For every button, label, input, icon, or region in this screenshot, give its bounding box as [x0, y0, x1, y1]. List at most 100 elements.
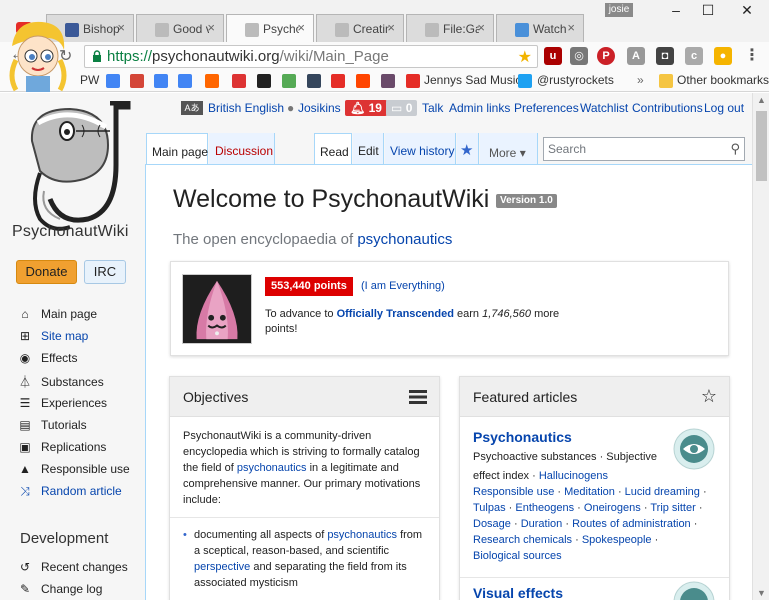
more-menu[interactable]: More ▾ — [480, 133, 538, 164]
tab-3-active[interactable]: Psychona × — [226, 14, 314, 42]
star-icon[interactable]: ☆ — [701, 386, 717, 407]
tab-5[interactable]: File:Galle × — [406, 14, 494, 42]
sidebar-item-recent-changes[interactable]: ↺ Recent changes — [18, 560, 128, 574]
search-icon[interactable]: ⚲ — [730, 141, 740, 157]
bookmark-star-icon[interactable]: ★ — [518, 47, 532, 67]
link-tulpas[interactable]: Tulpas — [473, 502, 506, 514]
sidebar-item-experiences[interactable]: ☰ Experiences — [18, 396, 107, 410]
link-duration[interactable]: Duration — [521, 518, 563, 530]
link-dosage[interactable]: Dosage — [473, 518, 511, 530]
bookmark-rustyrockets[interactable]: @rustyrockets — [537, 73, 614, 87]
next-level-link[interactable]: Officially Transcended — [337, 308, 454, 320]
rank-link[interactable]: (I am Everything) — [361, 280, 445, 292]
close-icon[interactable]: × — [567, 20, 575, 35]
link-meditation[interactable]: Meditation — [564, 486, 615, 498]
minimize-icon[interactable]: – — [660, 2, 692, 22]
sidebar-item-tutorials[interactable]: ▤ Tutorials — [18, 418, 86, 432]
sidebar-item-responsible-use[interactable]: ▲ Responsible use — [18, 462, 130, 476]
notifications-badge[interactable]: 🔔︎ 19 — [345, 100, 387, 116]
admin-links[interactable]: Admin links — [449, 101, 510, 115]
psychonautics-link[interactable]: psychonautics — [327, 529, 397, 541]
link-trip-sitter[interactable]: Trip sitter — [650, 502, 695, 514]
gmail-icon[interactable] — [130, 74, 144, 88]
link-hallucinogens[interactable]: Hallucinogens — [539, 470, 608, 482]
search-input[interactable]: Search ⚲ — [543, 137, 745, 161]
user-avatar[interactable] — [182, 274, 252, 344]
bookmarks-overflow[interactable]: » — [637, 73, 644, 87]
link-spokespeople[interactable]: Spokespeople — [582, 534, 652, 546]
tumblr-icon[interactable] — [307, 74, 321, 88]
messages-badge[interactable]: ▭ 0 — [386, 100, 418, 116]
perspective-link[interactable]: perspective — [194, 561, 250, 573]
close-window-icon[interactable]: ✕ — [731, 2, 763, 22]
tab-view-history[interactable]: View history — [385, 133, 456, 164]
bookmark-other[interactable]: Other bookmarks — [677, 73, 769, 87]
watchlist-link[interactable]: Watchlist — [580, 101, 628, 115]
sidebar-item-effects[interactable]: ◉ Effects — [18, 351, 78, 365]
tab-read[interactable]: Read — [314, 133, 352, 164]
preferences-link[interactable]: Preferences — [514, 101, 579, 115]
tab-discussion[interactable]: Discussion — [209, 133, 275, 164]
talk-link[interactable]: Talk — [422, 101, 443, 115]
scroll-thumb[interactable] — [756, 111, 767, 181]
close-icon[interactable]: × — [477, 20, 485, 35]
psychonautics-link[interactable]: psychonautics — [237, 462, 307, 474]
sidebar-item-main-page[interactable]: ⌂ Main page — [18, 307, 97, 321]
menu-icon[interactable]: ⋮ — [743, 47, 761, 65]
list-toggle-icon[interactable] — [409, 390, 427, 404]
profile-name[interactable]: josie — [605, 3, 633, 17]
youtube-icon[interactable] — [331, 74, 345, 88]
page-scrollbar[interactable]: ▲ ▼ — [752, 93, 769, 600]
irc-button[interactable]: IRC — [84, 260, 126, 284]
bookmark-pw[interactable]: PW — [80, 73, 99, 87]
bookmark-icon[interactable] — [257, 74, 271, 88]
link-research-chemicals[interactable]: Research chemicals — [473, 534, 572, 546]
lightbulb-icon[interactable]: ● — [714, 47, 732, 65]
twitter-icon[interactable] — [518, 74, 532, 88]
extension-icon[interactable]: A — [627, 47, 645, 65]
sidebar-item-random-article[interactable]: ⤨ Random article — [18, 484, 122, 499]
ublock-icon[interactable]: u — [544, 47, 562, 65]
close-icon[interactable]: × — [387, 20, 395, 35]
google-icon[interactable] — [178, 74, 192, 88]
link-responsible-use[interactable]: Responsible use — [473, 486, 554, 498]
link-routes-of-administration[interactable]: Routes of administration — [572, 518, 691, 530]
logout-link[interactable]: Log out — [704, 101, 744, 115]
close-icon[interactable]: × — [297, 20, 305, 35]
sidebar-item-change-log[interactable]: ✎ Change log — [18, 582, 102, 596]
watch-star-icon[interactable]: ★ — [457, 133, 479, 164]
language-link[interactable]: British English — [208, 101, 284, 115]
google-icon[interactable] — [154, 74, 168, 88]
psychonautics-link[interactable]: psychonautics — [357, 231, 452, 248]
sidebar-item-substances[interactable]: ⏃ Substances — [18, 373, 104, 390]
link-oneirogens[interactable]: Oneirogens — [584, 502, 641, 514]
sidebar-item-site-map[interactable]: ⊞ Site map — [18, 329, 88, 343]
bookmark-icon[interactable] — [232, 74, 246, 88]
google-icon[interactable] — [106, 74, 120, 88]
sidebar-item-replications[interactable]: ▣ Replications — [18, 440, 106, 454]
extension-icon[interactable]: ◎ — [570, 47, 588, 65]
tab-4[interactable]: Creating × — [316, 14, 404, 42]
tab-edit[interactable]: Edit — [353, 133, 384, 164]
link-entheogens[interactable]: Entheogens — [515, 502, 574, 514]
bookmark-icon[interactable] — [282, 74, 296, 88]
folder-icon[interactable] — [659, 74, 673, 88]
youtube-icon[interactable] — [406, 74, 420, 88]
extension-icon[interactable]: c — [685, 47, 703, 65]
donate-button[interactable]: Donate — [16, 260, 77, 284]
tab-main-page[interactable]: Main page — [146, 133, 208, 164]
bookmark-icon[interactable] — [381, 74, 395, 88]
bookmark-icon[interactable] — [205, 74, 219, 88]
close-icon[interactable]: × — [117, 20, 125, 35]
address-bar[interactable]: https://psychonautwiki.org/wiki/Main_Pag… — [84, 45, 538, 68]
reddit-icon[interactable] — [356, 74, 370, 88]
username-link[interactable]: Josikins — [298, 101, 341, 115]
camera-icon[interactable]: ◘ — [656, 47, 674, 65]
tab-6[interactable]: Watch O × — [496, 14, 584, 42]
bookmark-jennys-sad-music[interactable]: Jennys Sad Music — [424, 73, 521, 87]
psychonautics-article-link[interactable]: Psychonautics — [473, 429, 673, 445]
maximize-icon[interactable]: ☐ — [692, 2, 724, 22]
close-icon[interactable]: × — [207, 20, 215, 35]
link-lucid-dreaming[interactable]: Lucid dreaming — [625, 486, 700, 498]
scroll-down-icon[interactable]: ▼ — [757, 588, 766, 598]
